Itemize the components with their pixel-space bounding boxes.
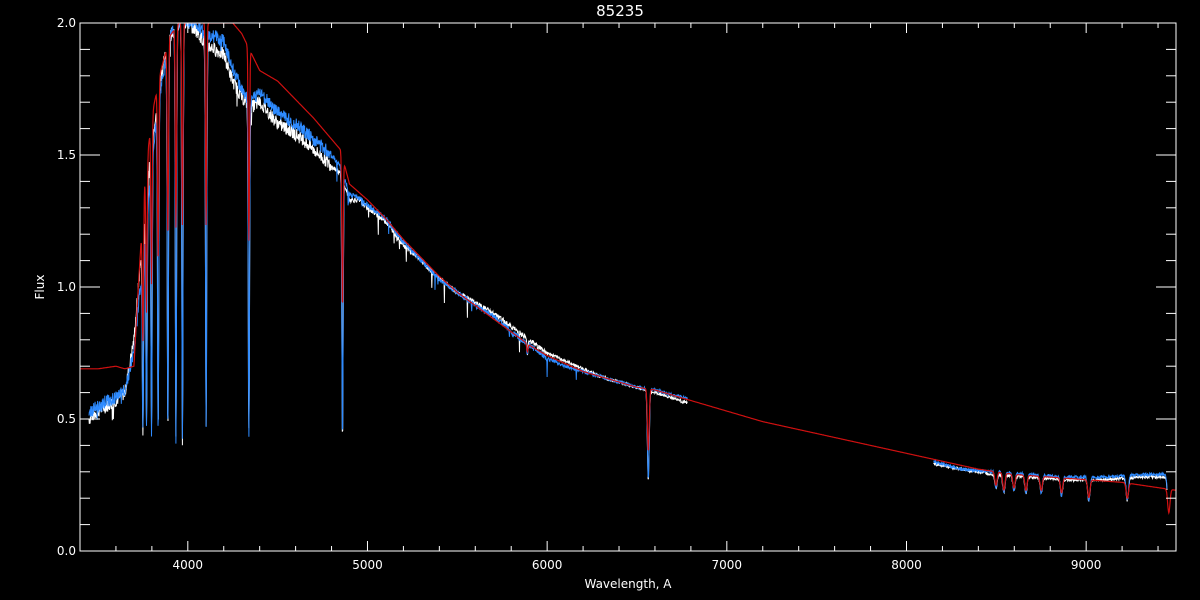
- x-tick-label: 6000: [532, 558, 563, 572]
- y-axis-label: Flux: [33, 275, 47, 300]
- series-0-segment-0: [88, 23, 688, 480]
- y-tick-label: 2.0: [57, 16, 76, 30]
- series-layer: [80, 23, 1176, 551]
- spectrum-chart: 85235 Wavelength, A Flux 4000 5000 6000 700…: [33, 2, 1177, 591]
- x-tick-label: 7000: [712, 558, 743, 572]
- axes: 4000 5000 6000 7000 8000 9000 0.0 0.5 1.0 1.5 2.0: [57, 16, 1177, 572]
- series-1-segment-0: [88, 23, 688, 479]
- chart-title: 85235: [596, 2, 644, 20]
- y-tick-label: 0.5: [57, 412, 76, 426]
- x-tick-label: 9000: [1071, 558, 1102, 572]
- x-tick-label: 8000: [891, 558, 922, 572]
- y-tick-label: 1.5: [57, 148, 76, 162]
- x-axis-label: Wavelength, A: [584, 577, 672, 591]
- x-tick-label: 4000: [173, 558, 204, 572]
- y-tick-label: 0.0: [57, 544, 76, 558]
- y-tick-label: 1.0: [57, 280, 76, 294]
- x-tick-label: 5000: [352, 558, 383, 572]
